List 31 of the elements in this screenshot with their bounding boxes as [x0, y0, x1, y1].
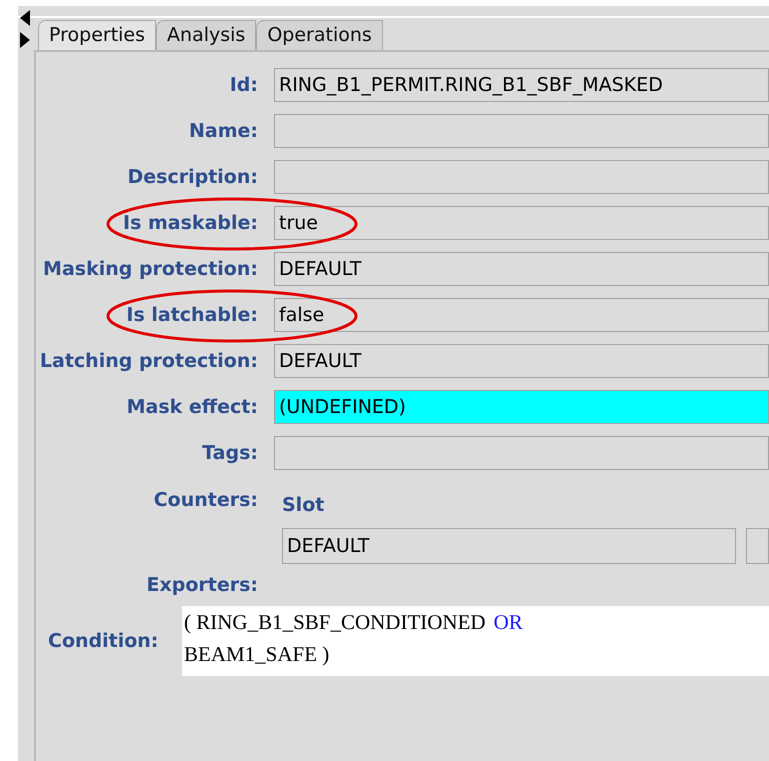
input-field[interactable]: DEFAULT [282, 528, 736, 564]
input-field[interactable]: (UNDEFINED) [274, 390, 769, 424]
input-field[interactable] [274, 160, 769, 194]
input-field[interactable] [274, 114, 769, 148]
column-header: Slot [282, 493, 324, 518]
tab[interactable]: Properties [38, 20, 156, 50]
field-label: Mask effect: [126, 394, 259, 420]
condition-label: Condition: [47, 628, 160, 654]
operand-text: ( RING_B1_SBF_CONDITIONED [184, 609, 486, 636]
input-field[interactable]: DEFAULT [274, 252, 769, 286]
exporters-label: Exporters: [145, 572, 259, 598]
tab[interactable]: Operations [256, 20, 383, 50]
input-field[interactable]: DEFAULT [274, 344, 769, 378]
tab[interactable]: Analysis [156, 20, 256, 50]
operator-keyword: OR [494, 609, 523, 636]
field-label: Tags: [201, 440, 259, 466]
input-field[interactable]: RING_B1_PERMIT.RING_B1_SBF_MASKED [274, 68, 769, 102]
field-label: Is latchable: [125, 302, 259, 328]
field-label: Latching protection: [38, 348, 259, 374]
input-field[interactable] [274, 436, 769, 470]
field-label: Masking protection: [42, 256, 259, 282]
counters-label: Counters: [152, 488, 259, 513]
input-field[interactable]: false [274, 298, 769, 332]
field-label: Name: [188, 118, 259, 144]
field-label: Id: [228, 72, 259, 98]
field-label: Description: [126, 164, 259, 190]
tab-scroll-arrows-icon[interactable] [20, 10, 30, 48]
operand-text: BEAM1_SAFE ) [184, 641, 330, 668]
field-label: Is maskable: [122, 210, 259, 236]
input-field[interactable] [746, 528, 769, 564]
input-field[interactable]: true [274, 206, 769, 240]
